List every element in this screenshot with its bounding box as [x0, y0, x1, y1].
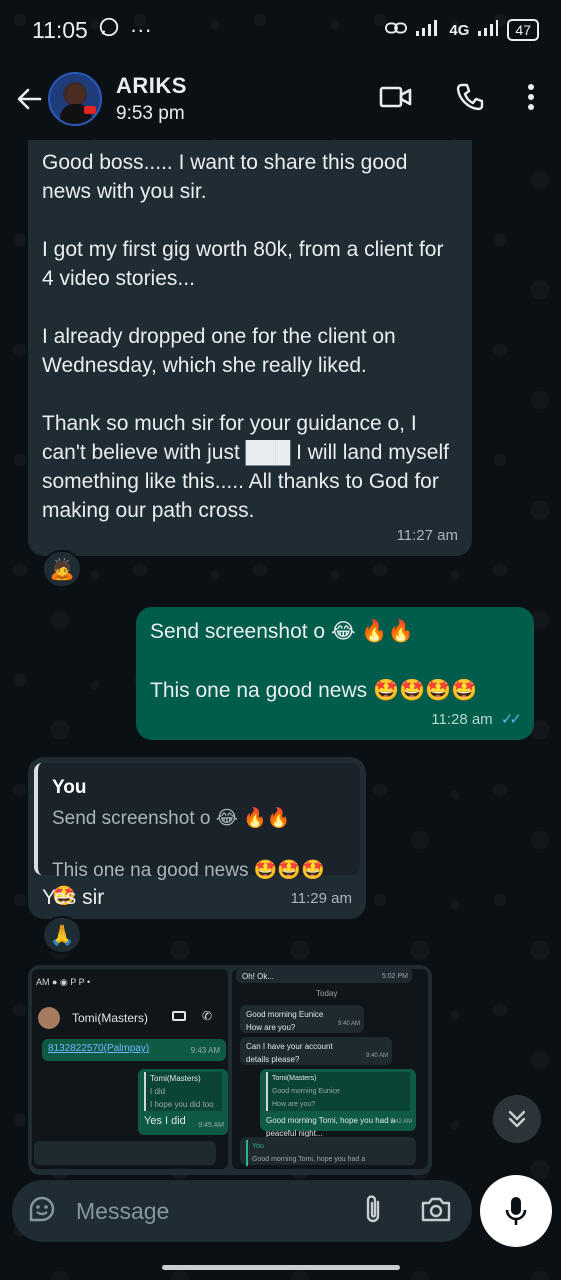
quoted-message[interactable]: You Send screenshot o 😂 🔥🔥 This one na g…	[34, 763, 360, 907]
image-text: 9:40 AM	[365, 1053, 388, 1059]
image-text: 9:45 AM	[198, 1122, 224, 1129]
image-text: 8132822570(Palmpay)	[48, 1043, 150, 1054]
image-text: Good morning Eunice	[272, 1088, 340, 1095]
back-arrow-icon	[17, 88, 42, 110]
link-icon	[385, 20, 408, 40]
image-text: Oh! Ok...	[242, 972, 275, 981]
image-phone-icon: ✆	[202, 1009, 213, 1023]
image-bubble: Can I have your account details please? …	[240, 1037, 392, 1065]
image-text: Good morning Tomi, hope you had a	[252, 1156, 366, 1163]
image-text: I did	[150, 1087, 166, 1096]
image-bubble: Oh! Ok... 5:02 PM	[236, 969, 412, 983]
message-text: Send screenshot o 😂 🔥🔥	[150, 620, 414, 643]
double-chevron-down-icon	[508, 1110, 526, 1128]
image-thumbnail[interactable]: Oh! Ok... 5:02 PM Today Good morning Eun…	[232, 969, 428, 1169]
image-text: I hope you did too	[150, 1100, 214, 1109]
image-text: 9:42 AM	[389, 1119, 412, 1125]
message-composer: Message	[12, 1180, 472, 1242]
video-call-icon[interactable]	[379, 85, 413, 114]
image-text: Can I have your account details please?	[246, 1042, 333, 1064]
status-bar: 11:05 ··· 4G 47	[0, 0, 561, 60]
network-type: 4G	[449, 21, 470, 39]
camera-icon[interactable]	[420, 1195, 452, 1228]
image-video-icon	[172, 1011, 186, 1021]
avatar[interactable]	[48, 72, 102, 126]
whatsapp-notification-icon	[98, 16, 120, 44]
image-text: AM	[36, 977, 50, 987]
voice-call-icon[interactable]	[455, 82, 485, 117]
image-text: 5:02 PM	[381, 973, 408, 980]
image-bubble: 8132822570(Palmpay) 9:43 AM	[42, 1039, 226, 1061]
read-ticks-icon: ✓✓	[500, 711, 522, 728]
image-text: You	[252, 1143, 264, 1150]
more-notifications-icon: ···	[129, 17, 152, 42]
image-thumbnail[interactable]: AM ● ◉ P P • Tomi(Masters) ✆ 8132822570(…	[32, 969, 228, 1169]
quote-line: Send screenshot o 😂 🔥🔥	[52, 808, 291, 829]
message-time: 11:27 am	[396, 527, 458, 544]
attach-icon[interactable]	[362, 1193, 384, 1230]
outgoing-message[interactable]: Send screenshot o 😂 🔥🔥 This one na good …	[136, 607, 534, 740]
image-bubble: Tomi(Masters) Good morning Eunice How ar…	[260, 1069, 416, 1138]
message-input[interactable]: Message	[76, 1198, 169, 1225]
image-bubble: You Good morning Tomi, hope you had a	[240, 1137, 416, 1166]
scroll-to-bottom-button[interactable]	[493, 1095, 541, 1143]
contact-info[interactable]: ARIKS 9:53 pm	[116, 73, 187, 125]
image-text: How are you?	[272, 1101, 316, 1108]
incoming-reply-message[interactable]: You Send screenshot o 😂 🔥🔥 This one na g…	[28, 757, 366, 919]
message-paragraph: I got my first gig worth 80k, from a cli…	[42, 238, 444, 290]
back-button[interactable]	[14, 84, 44, 114]
image-avatar	[38, 1007, 60, 1029]
image-bubble: Tomi(Masters) I did I hope you did too Y…	[138, 1069, 228, 1135]
chat-header: ARIKS 9:53 pm	[0, 60, 561, 138]
message-meta: 11:28 am ✓✓	[431, 705, 522, 734]
message-paragraph: I already dropped one for the client on …	[42, 325, 396, 377]
microphone-icon	[505, 1197, 527, 1225]
image-text: Tomi(Masters)	[72, 1011, 149, 1025]
quote-author: You	[52, 777, 87, 798]
message-paragraph: Good boss..... I want to share this good…	[42, 151, 408, 203]
image-text: Today	[316, 989, 338, 998]
image-text: Tomi(Masters)	[272, 1075, 317, 1082]
message-paragraph: Thank so much sir for your guidance o, I…	[42, 412, 449, 522]
more-options-icon[interactable]	[527, 83, 535, 116]
message-reaction[interactable]: 🙏	[42, 916, 82, 954]
battery-indicator: 47	[507, 19, 539, 41]
signal-icon	[415, 19, 441, 41]
message-text: This one na good news 🤩🤩🤩🤩	[150, 679, 478, 702]
image-bubble	[34, 1141, 216, 1165]
message-time: 11:28 am	[431, 711, 493, 728]
signal-icon-2	[477, 19, 499, 41]
incoming-message[interactable]: Good boss..... I want to share this good…	[28, 140, 472, 556]
image-text: Tomi(Masters)	[150, 1074, 201, 1083]
voice-message-button[interactable]	[480, 1175, 552, 1247]
image-text: 9:43 AM	[190, 1046, 220, 1055]
contact-name: ARIKS	[116, 73, 187, 98]
clock: 11:05	[32, 16, 88, 43]
gesture-nav-bar[interactable]	[162, 1265, 400, 1270]
message-reaction[interactable]: 🙇	[42, 550, 82, 588]
sticker-icon[interactable]	[26, 1193, 58, 1230]
last-seen: 9:53 pm	[116, 103, 185, 124]
image-status-bar: AM ● ◉ P P •	[36, 977, 91, 987]
image-bubble: Good morning Eunice How are you? 9:40 AM	[240, 1005, 364, 1033]
image-text: 9:40 AM	[337, 1021, 360, 1027]
message-text: Good boss..... I want to share this good…	[42, 148, 458, 525]
message-time: 11:29 am	[290, 890, 352, 907]
